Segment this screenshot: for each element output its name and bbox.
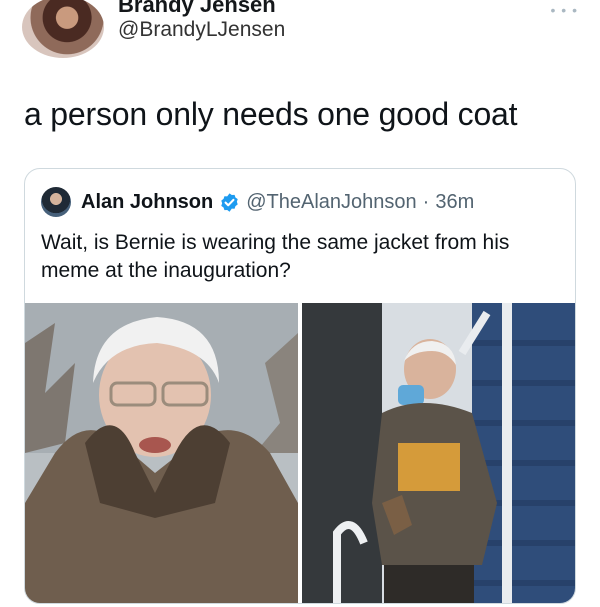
quoted-tweet-time[interactable]: 36m (435, 191, 474, 214)
tweet-author-row: Brandy Jensen @BrandyLJensen • • • (22, 0, 582, 60)
quoted-tweet-media (25, 303, 575, 603)
quoted-author-avatar[interactable] (41, 187, 71, 217)
quoted-author-name[interactable]: Alan Johnson (81, 191, 213, 214)
quoted-tweet-header: Alan Johnson @TheAlanJohnson · 36m (41, 187, 474, 217)
author-handle[interactable]: @BrandyLJensen (118, 18, 285, 42)
tweet-text: a person only needs one good coat (24, 96, 518, 132)
quoted-tweet-text: Wait, is Bernie is wearing the same jack… (41, 231, 510, 282)
quoted-tweet-card[interactable]: Alan Johnson @TheAlanJohnson · 36m Wait,… (24, 168, 576, 604)
media-photo-right[interactable] (302, 303, 575, 603)
media-photo-left[interactable] (25, 303, 298, 603)
author-display-name[interactable]: Brandy Jensen (118, 0, 276, 18)
more-icon[interactable]: • • • (551, 2, 578, 18)
author-avatar[interactable] (22, 0, 104, 58)
verified-badge-icon (221, 192, 238, 212)
quoted-author-handle[interactable]: @TheAlanJohnson (246, 191, 416, 214)
separator-dot: · (422, 190, 430, 213)
